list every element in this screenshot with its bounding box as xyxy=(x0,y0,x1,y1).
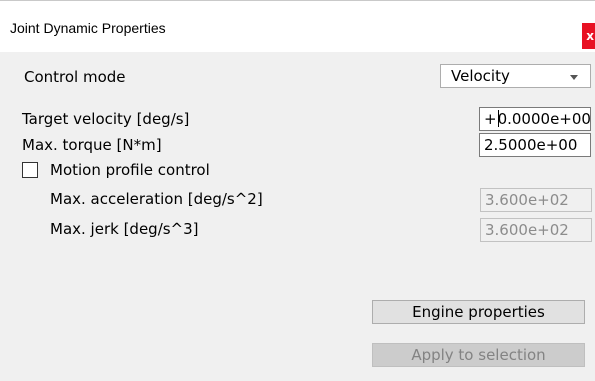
title-bar: Joint Dynamic Properties x xyxy=(0,0,595,52)
target-velocity-sign: + xyxy=(484,110,497,128)
max-jerk-input[interactable]: 3.600e+02 xyxy=(480,218,592,242)
engine-properties-button[interactable]: Engine properties xyxy=(372,300,585,324)
max-acceleration-input[interactable]: 3.600e+02 xyxy=(480,188,592,212)
target-velocity-label: Target velocity [deg/s] xyxy=(22,110,190,128)
max-jerk-label: Max. jerk [deg/s^3] xyxy=(50,220,199,238)
max-acceleration-label: Max. acceleration [deg/s^2] xyxy=(50,190,263,208)
control-mode-dropdown[interactable]: Velocity xyxy=(440,64,591,88)
close-icon[interactable]: x xyxy=(582,23,595,49)
control-mode-value: Velocity xyxy=(451,67,510,85)
chevron-down-icon xyxy=(570,75,578,80)
max-torque-label: Max. torque [N*m] xyxy=(22,136,162,154)
window-title: Joint Dynamic Properties xyxy=(10,20,166,36)
target-velocity-value: 0.0000e+00 xyxy=(497,110,591,128)
control-mode-label: Control mode xyxy=(24,68,126,86)
motion-profile-label: Motion profile control xyxy=(50,161,210,179)
apply-to-selection-button[interactable]: Apply to selection xyxy=(372,343,585,367)
max-torque-input[interactable]: 2.5000e+00 xyxy=(479,133,591,157)
dialog-body: Control mode Velocity Target velocity [d… xyxy=(0,52,595,381)
target-velocity-input[interactable]: +0.0000e+00 xyxy=(479,107,591,131)
motion-profile-checkbox[interactable] xyxy=(22,162,38,178)
